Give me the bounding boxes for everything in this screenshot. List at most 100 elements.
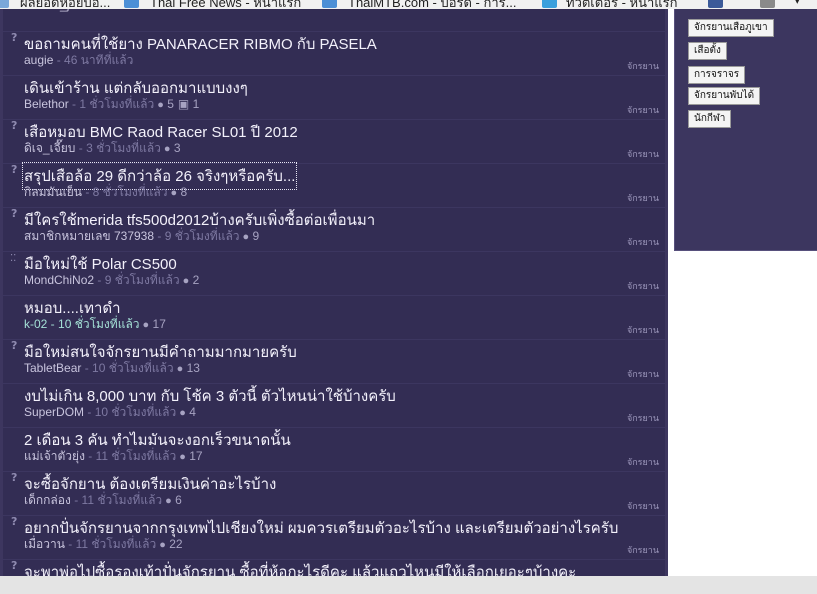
pin-icon: ⁚⁚ bbox=[10, 253, 17, 264]
bookmark-icon bbox=[0, 0, 9, 8]
topic-author[interactable]: ดิเจ_เจี๊ยบ bbox=[24, 141, 75, 155]
topic-category[interactable]: จักรยาน bbox=[627, 191, 659, 205]
comment-icon: ● bbox=[157, 99, 164, 111]
reply-count: 5 bbox=[167, 97, 174, 111]
reply-count: 17 bbox=[189, 449, 203, 463]
topic-row[interactable]: งบไม่เกิน 8,000 บาท กับ โช้ค 3 ตัวนี้ ตั… bbox=[3, 383, 665, 428]
topic-time: 11 ชั่วโมงที่แล้ว bbox=[75, 537, 157, 551]
tag-traffic[interactable]: การจราจร bbox=[688, 66, 746, 84]
topic-time: 10 ชั่วโมงที่แล้ว bbox=[92, 361, 174, 375]
reply-count: 9 bbox=[252, 229, 260, 243]
topic-category[interactable]: จักรยาน bbox=[627, 323, 659, 337]
topic-category[interactable]: จักรยาน bbox=[627, 499, 659, 513]
topic-row[interactable]: ? เสือหมอบ BMC Raod Racer SL01 ปี 2012 ด… bbox=[3, 119, 665, 164]
reply-count: 3 bbox=[173, 141, 181, 155]
comment-icon: ● bbox=[242, 231, 250, 243]
topic-author[interactable]: augie bbox=[24, 53, 53, 67]
topic-row[interactable]: 2 เดือน 3 คัน ทำไมมันจะงอกเร็วขนาดนั้น แ… bbox=[3, 427, 665, 472]
topic-row-partial[interactable]: bandai_join - 29 นาทีที่แล้ว bbox=[3, 9, 665, 32]
topic-row[interactable]: หมอบ....เทาดำ k-02 - 10 ชั่วโมงที่แล้ว ● … bbox=[3, 295, 665, 340]
topic-meta: แม่เจ้าตัวยุ่ง - 11 ชั่วโมงที่แล้ว ● 17 bbox=[24, 449, 203, 463]
comment-icon: ● bbox=[163, 143, 171, 155]
topic-author[interactable]: สมาชิกหมายเลข 737938 bbox=[24, 229, 154, 243]
topic-category[interactable]: จักรยาน bbox=[627, 235, 659, 249]
window-bottom-edge bbox=[0, 576, 817, 594]
question-icon: ? bbox=[11, 207, 18, 220]
tag-mountain-bike[interactable]: จักรยานเสือภูเขา bbox=[688, 19, 774, 37]
topic-time: 9 ชั่วโมงที่แล้ว bbox=[104, 273, 180, 287]
reply-count: 8 bbox=[180, 185, 188, 199]
topic-category[interactable]: จักรยาน bbox=[627, 543, 659, 557]
question-icon: ? bbox=[11, 515, 18, 528]
twitter-favicon bbox=[542, 0, 557, 8]
topic-author[interactable]: กิลมมันเย็น bbox=[24, 185, 82, 199]
topic-time: 10 ชั่วโมงที่แล้ว bbox=[94, 405, 177, 419]
topic-author[interactable]: k-02 bbox=[24, 317, 47, 331]
topic-row[interactable]: ? อยากปั่นจักรยานจากกรุงเทพไปเชียงใหม่ ผ… bbox=[3, 515, 665, 560]
tag-fixed-gear[interactable]: เสือตั้ง bbox=[688, 42, 727, 60]
topic-meta: MondChiNo2 - 9 ชั่วโมงที่แล้ว ● 2 bbox=[24, 273, 200, 287]
comment-icon: ● bbox=[179, 407, 186, 419]
question-icon: ? bbox=[11, 119, 18, 132]
tag-folding-bike[interactable]: จักรยานพับได้ bbox=[688, 87, 761, 105]
topic-time: 11 ชั่วโมงที่แล้ว bbox=[95, 449, 177, 463]
tag-athlete[interactable]: นักกีฬา bbox=[688, 110, 732, 128]
topic-row[interactable]: ? ขอถามคนที่ใช้ยาง PANARACER RIBMO กับ P… bbox=[3, 31, 665, 76]
topic-row[interactable]: ? สรุปเสือล้อ 29 ดีกว่าล้อ 26 จริงๆหรือค… bbox=[3, 162, 665, 208]
vote-icon: ▣ bbox=[177, 97, 190, 111]
topic-category[interactable]: จักรยาน bbox=[627, 367, 659, 381]
comment-icon: ● bbox=[182, 275, 190, 287]
comment-icon: ● bbox=[165, 495, 172, 507]
topic-category[interactable]: จักรยาน bbox=[627, 411, 659, 425]
reply-count: 13 bbox=[186, 361, 200, 375]
topic-time: 3 ชั่วโมงที่แล้ว bbox=[86, 141, 161, 155]
topic-time: 11 ชั่วโมงที่แล้ว bbox=[81, 493, 163, 507]
topic-author[interactable]: SuperDOM bbox=[24, 405, 84, 419]
topic-row[interactable]: ? มีใครใช้merida tfs500d2012บ้างครับเพิ่… bbox=[3, 207, 665, 252]
topic-category[interactable]: จักรยาน bbox=[627, 455, 659, 469]
reply-count: 2 bbox=[192, 273, 200, 287]
comment-icon: ● bbox=[170, 187, 178, 199]
topic-row[interactable]: ? มือใหม่สนใจจักรยานมีคำถามมากมายครับ Ta… bbox=[3, 339, 665, 384]
topic-time: 1 ชั่วโมงที่แล้ว bbox=[79, 97, 155, 111]
topic-category[interactable]: จักรยาน bbox=[627, 59, 659, 73]
question-icon: ? bbox=[11, 471, 18, 484]
thaimtb-favicon bbox=[322, 0, 337, 8]
rss-icon[interactable] bbox=[760, 0, 775, 8]
topic-category[interactable]: จักรยาน bbox=[627, 147, 659, 161]
topic-row[interactable]: ⁚⁚ มือใหม่ใช้ Polar CS500 MondChiNo2 - 9… bbox=[3, 251, 665, 296]
topic-author[interactable]: Belethor bbox=[24, 97, 69, 111]
topic-category[interactable]: จักรยาน bbox=[627, 103, 659, 117]
topic-author[interactable]: เมื่อวาน bbox=[24, 537, 65, 551]
sidebar-blank-area bbox=[674, 251, 817, 576]
topic-author[interactable]: MondChiNo2 bbox=[24, 273, 94, 287]
topic-meta: สมาชิกหมายเลข 737938 - 9 ชั่วโมงที่แล้ว ●… bbox=[24, 229, 260, 243]
comment-icon: ● bbox=[179, 451, 186, 463]
question-icon: ? bbox=[11, 31, 18, 44]
topic-list-panel: bandai_join - 29 นาทีที่แล้ว ? ขอถามคนที… bbox=[0, 9, 668, 576]
topic-meta: k-02 - 10 ชั่วโมงที่แล้ว ● 17 bbox=[24, 317, 166, 331]
topic-meta: Belethor - 1 ชั่วโมงที่แล้ว ● 5 ▣ 1 bbox=[24, 97, 200, 111]
question-icon: ? bbox=[11, 339, 18, 352]
topic-time: 46 นาทีที่แล้ว bbox=[64, 53, 134, 67]
topic-author[interactable]: แม่เจ้าตัวยุ่ง bbox=[24, 449, 85, 463]
topic-author[interactable]: TabletBear bbox=[24, 361, 81, 375]
topic-row[interactable]: ? จะพาพ่อไปซื้อรองเท้าปั่นจักรยาน ซื้อที… bbox=[3, 559, 665, 576]
topic-meta: SuperDOM - 10 ชั่วโมงที่แล้ว ● 4 bbox=[24, 405, 196, 419]
facebook-favicon[interactable] bbox=[708, 0, 723, 8]
topic-title[interactable]: จะพาพ่อไปซื้อรองเท้าปั่นจักรยาน ซื้อที่ห… bbox=[24, 560, 576, 576]
topic-category[interactable]: จักรยาน bbox=[627, 279, 659, 293]
question-icon: ? bbox=[11, 559, 18, 572]
topic-meta: augie - 46 นาทีที่แล้ว bbox=[24, 53, 134, 67]
topic-list: bandai_join - 29 นาทีที่แล้ว ? ขอถามคนที… bbox=[3, 9, 665, 576]
comment-icon: ● bbox=[159, 539, 166, 551]
topic-meta: เด็กกล่อง - 11 ชั่วโมงที่แล้ว ● 6 bbox=[24, 493, 182, 507]
topic-time: 9 ชั่วโมงที่แล้ว bbox=[164, 229, 240, 243]
reply-count: 22 bbox=[169, 537, 183, 551]
topic-time: 10 ชั่วโมงที่แล้ว bbox=[58, 317, 140, 331]
thaifree-favicon bbox=[124, 0, 139, 8]
comment-icon: ● bbox=[142, 319, 150, 331]
topic-author[interactable]: เด็กกล่อง bbox=[24, 493, 71, 507]
topic-row[interactable]: ? จะซื้อจักยาน ต้องเตรียมเงินค่าอะไรบ้าง… bbox=[3, 471, 665, 516]
topic-row[interactable]: เดินเข้าร้าน แต่กลับออกมาแบบงงๆ Belethor… bbox=[3, 75, 665, 120]
